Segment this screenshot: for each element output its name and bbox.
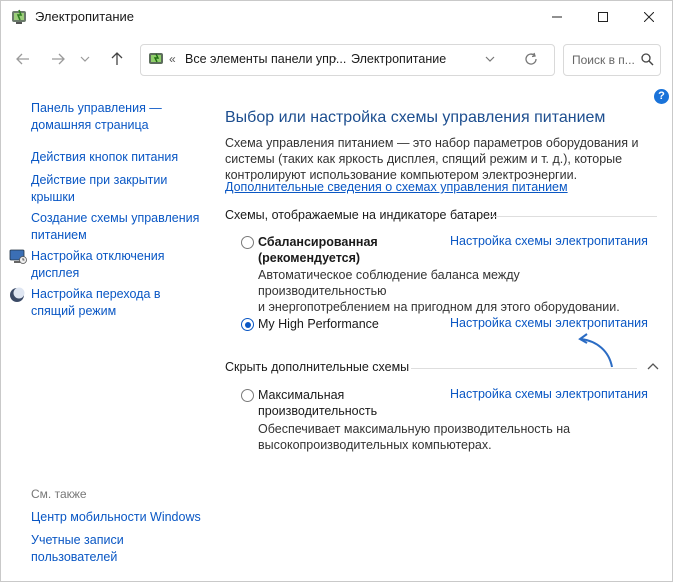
sidebar-item-label[interactable]: пользователей xyxy=(31,549,124,566)
plan-description-line: и энергопотреблением на пригодном для эт… xyxy=(258,300,620,314)
sidebar-item-display-off[interactable]: Настройка отключения дисплея xyxy=(31,248,165,282)
plan-my-high-performance-name[interactable]: My High Performance xyxy=(258,316,379,332)
sidebar-item-power-buttons[interactable]: Действия кнопок питания xyxy=(31,149,178,166)
sidebar-item-sleep[interactable]: Настройка перехода в спящий режим xyxy=(31,286,161,320)
plan-name-line[interactable]: (рекомендуется) xyxy=(258,250,378,266)
sidebar-home-line1[interactable]: Панель управления — xyxy=(31,100,162,117)
arrow-left-icon xyxy=(16,53,29,65)
plan-ultimate-performance-description: Обеспечивает максимальную производительн… xyxy=(258,421,648,453)
plan-balanced-description: Автоматическое соблюдение баланса между … xyxy=(258,267,648,315)
recent-locations-button[interactable] xyxy=(76,47,94,71)
minimize-icon xyxy=(552,16,562,18)
search-box[interactable]: Поиск в п... xyxy=(563,44,661,76)
plan-ultimate-performance-radio[interactable] xyxy=(241,389,254,402)
plan-my-high-performance-settings-link[interactable]: Настройка схемы электропитания xyxy=(450,316,648,330)
description-line: Схема управления питанием — это набор па… xyxy=(225,136,639,150)
group-divider xyxy=(411,368,637,369)
sidebar-item-label[interactable]: спящий режим xyxy=(31,303,161,320)
window-title: Электропитание xyxy=(35,9,134,24)
sidebar-item-label[interactable]: Учетные записи xyxy=(31,532,124,549)
search-icon[interactable] xyxy=(641,53,654,66)
minimize-button[interactable] xyxy=(534,1,580,33)
sidebar-item-label[interactable]: питанием xyxy=(31,227,199,244)
address-bar[interactable]: « Все элементы панели упр... › Электропи… xyxy=(140,44,555,76)
arrow-right-icon xyxy=(52,53,65,65)
collapse-chevron-up-icon[interactable] xyxy=(647,362,659,370)
plan-name-line[interactable]: Сбалансированная xyxy=(258,234,378,250)
sidebar-user-accounts-link[interactable]: Учетные записи пользователей xyxy=(31,532,124,566)
plan-balanced-name[interactable]: Сбалансированная (рекомендуется) xyxy=(258,234,378,266)
title-bar: Электропитание xyxy=(1,1,672,33)
description-line: системы (таких как яркость дисплея, спящ… xyxy=(225,152,623,166)
power-options-window: Электропитание « Все элементы панели упр… xyxy=(0,0,673,582)
plan-description-line: Автоматическое соблюдение баланса между … xyxy=(258,268,520,298)
plan-balanced-settings-link[interactable]: Настройка схемы электропитания xyxy=(450,234,648,248)
breadcrumb-power-options[interactable]: Электропитание xyxy=(351,52,446,66)
annotation-arrow-icon xyxy=(578,333,613,368)
chevron-down-icon xyxy=(80,56,90,62)
see-also-label: См. также xyxy=(31,487,87,501)
maximize-icon xyxy=(598,12,608,22)
sidebar-mobility-center-link[interactable]: Центр мобильности Windows xyxy=(31,509,201,526)
plan-ultimate-performance-settings-link[interactable]: Настройка схемы электропитания xyxy=(450,387,648,401)
plan-balanced-radio[interactable] xyxy=(241,236,254,249)
plan-name-line[interactable]: Максимальная xyxy=(258,387,377,403)
arrow-up-icon xyxy=(111,52,123,65)
power-options-app-icon xyxy=(12,9,26,24)
sidebar-item-label[interactable]: Настройка перехода в xyxy=(31,286,161,303)
help-button[interactable]: ? xyxy=(654,89,669,104)
page-description: Схема управления питанием — это набор па… xyxy=(225,135,645,183)
page-title: Выбор или настройка схемы управления пит… xyxy=(225,109,606,126)
battery-plans-group-header: Схемы, отображаемые на индикаторе батаре… xyxy=(225,208,497,222)
maximize-button[interactable] xyxy=(580,1,626,33)
close-button[interactable] xyxy=(626,1,672,33)
sidebar-item-label[interactable]: Настройка отключения xyxy=(31,248,165,265)
plan-ultimate-performance-name[interactable]: Максимальная производительность xyxy=(258,387,377,419)
navigation-bar: « Все элементы панели упр... › Электропи… xyxy=(1,39,672,79)
address-overflow-marker[interactable]: « xyxy=(169,52,176,66)
breadcrumb-separator[interactable]: › xyxy=(333,51,337,65)
monitor-icon xyxy=(9,249,27,264)
search-placeholder[interactable]: Поиск в п... xyxy=(572,53,635,67)
sidebar-item-lid-close[interactable]: Действие при закрытии крышки xyxy=(31,172,167,206)
sidebar-item-label[interactable]: дисплея xyxy=(31,265,165,282)
sidebar-item-label[interactable]: Действия кнопок питания xyxy=(31,149,178,166)
refresh-icon[interactable] xyxy=(524,52,538,66)
plan-description-line: Обеспечивает максимальную производительн… xyxy=(258,422,571,436)
control-panel-icon xyxy=(149,53,163,64)
plan-description-line: высокопроизводительных компьютерах. xyxy=(258,438,492,452)
group-divider xyxy=(491,216,657,217)
sidebar-item-create-plan[interactable]: Создание схемы управления питанием xyxy=(31,210,199,244)
address-history-dropdown-icon[interactable] xyxy=(485,53,495,65)
sidebar-home-line2[interactable]: домашняя страница xyxy=(31,117,162,134)
up-button[interactable] xyxy=(105,47,129,71)
plan-name-line[interactable]: производительность xyxy=(258,403,377,419)
sidebar-item-label[interactable]: Создание схемы управления xyxy=(31,210,199,227)
sidebar-item-label[interactable]: Действие при закрытии xyxy=(31,172,167,189)
moon-icon xyxy=(10,287,25,302)
close-icon xyxy=(644,12,654,22)
plan-my-high-performance-radio[interactable] xyxy=(241,318,254,331)
sidebar-control-panel-home-link[interactable]: Панель управления — домашняя страница xyxy=(31,100,162,134)
sidebar-item-label[interactable]: крышки xyxy=(31,189,167,206)
forward-button[interactable] xyxy=(46,47,70,71)
more-info-link[interactable]: Дополнительные сведения о схемах управле… xyxy=(225,180,568,194)
sidebar-item-label[interactable]: Центр мобильности Windows xyxy=(31,509,201,526)
breadcrumb-all-control-panel-items[interactable]: Все элементы панели упр... xyxy=(185,52,346,66)
hidden-plans-group-header: Скрыть дополнительные схемы xyxy=(225,360,410,374)
back-button[interactable] xyxy=(11,47,35,71)
